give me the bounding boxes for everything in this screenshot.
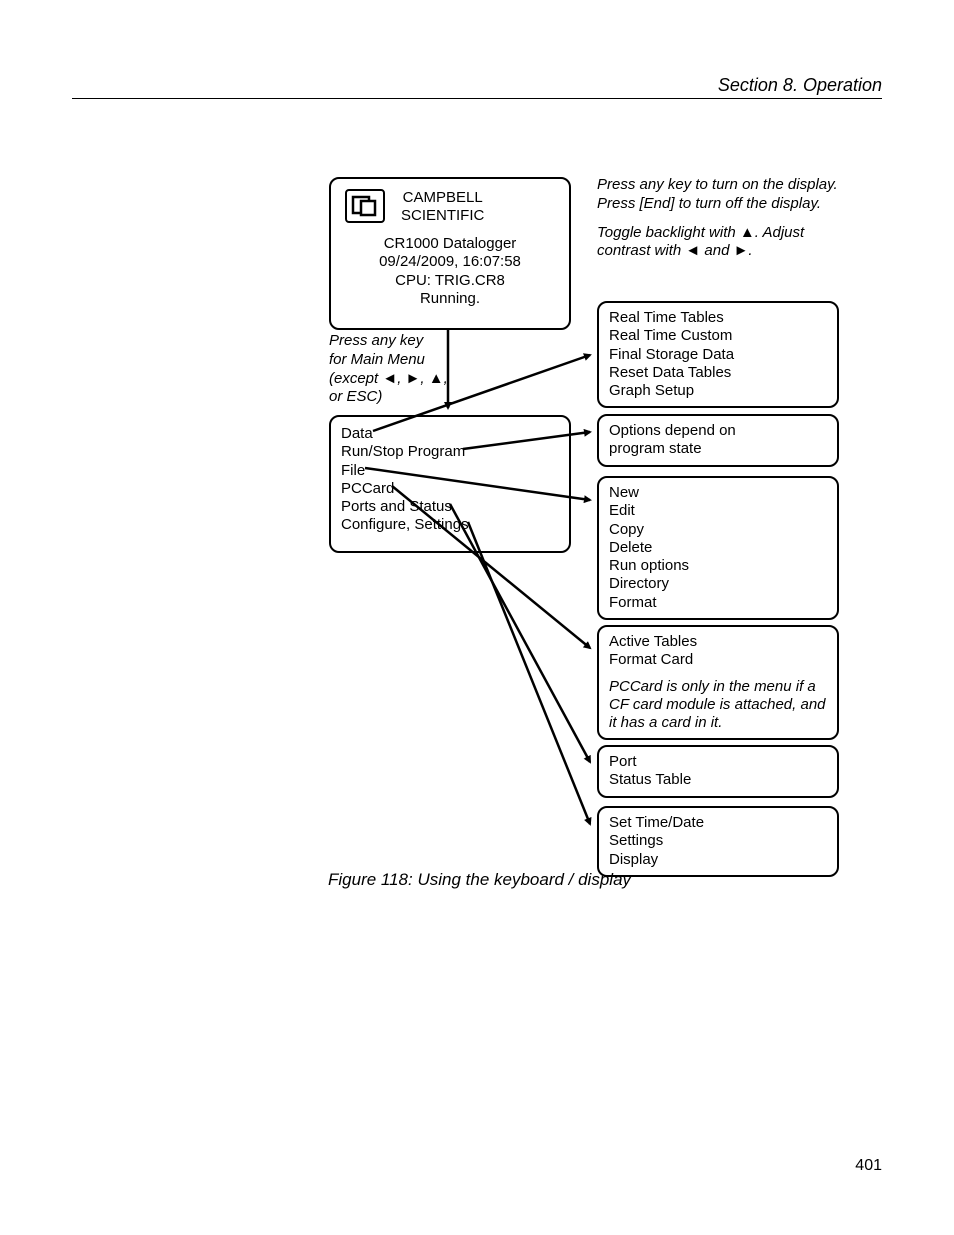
submenu-item: Format Card (609, 651, 827, 669)
submenu-item: Run options (609, 557, 827, 575)
submenu-item: Settings (609, 832, 827, 850)
submenu-item: New (609, 484, 827, 502)
instr-line: or ESC) (329, 388, 479, 407)
menu-item-file: File (341, 462, 559, 480)
menu-item-runstop: Run/Stop Program (341, 443, 559, 461)
menu-item-data: Data (341, 425, 559, 443)
startup-line: 09/24/2009, 16:07:58 (341, 253, 559, 271)
submenu-item: Active Tables (609, 633, 827, 651)
submenu-item: Final Storage Data (609, 346, 827, 364)
campbell-logo-icon (345, 189, 385, 223)
runstop-submenu-box: Options depend on program state (597, 414, 839, 467)
menu-item-ports: Ports and Status (341, 498, 559, 516)
instr-line: Press any key to turn on the display. (597, 176, 857, 195)
submenu-item: Display (609, 851, 827, 869)
submenu-item: Graph Setup (609, 382, 827, 400)
submenu-item: Real Time Custom (609, 327, 827, 345)
data-submenu-box: Real Time Tables Real Time Custom Final … (597, 301, 839, 408)
page-number: 401 (855, 1157, 882, 1175)
submenu-item: Set Time/Date (609, 814, 827, 832)
submenu-item: Options depend on (609, 422, 827, 440)
section-header: Section 8. Operation (718, 75, 882, 96)
submenu-item: Format (609, 594, 827, 612)
side-instructions: Press any key for Main Menu (except ◄, ►… (329, 332, 479, 407)
pccard-submenu-box: Active Tables Format Card PCCard is only… (597, 625, 839, 740)
startup-line: Running. (341, 290, 559, 308)
ports-submenu-box: Port Status Table (597, 745, 839, 798)
submenu-item: Reset Data Tables (609, 364, 827, 382)
menu-item-pccard: PCCard (341, 480, 559, 498)
submenu-item: program state (609, 440, 827, 458)
startup-line: CPU: TRIG.CR8 (341, 272, 559, 290)
header-rule (72, 98, 882, 99)
submenu-item: Port (609, 753, 827, 771)
submenu-item: Edit (609, 502, 827, 520)
configure-submenu-box: Set Time/Date Settings Display (597, 806, 839, 877)
file-submenu-box: New Edit Copy Delete Run options Directo… (597, 476, 839, 620)
submenu-item: Status Table (609, 771, 827, 789)
instr-line: Press any key (329, 332, 479, 351)
menu-item-configure: Configure, Settings (341, 516, 559, 534)
submenu-item: Delete (609, 539, 827, 557)
brand-line: CAMPBELL (403, 189, 483, 206)
submenu-item: Real Time Tables (609, 309, 827, 327)
top-instructions: Press any key to turn on the display. Pr… (597, 176, 857, 261)
submenu-item: Directory (609, 575, 827, 593)
instr-line: Press [End] to turn off the display. (597, 195, 857, 214)
instr-line: (except ◄, ►, ▲, (329, 370, 479, 389)
instr-line: Toggle backlight with ▲. Adjust contrast… (597, 224, 857, 262)
instr-line: for Main Menu (329, 351, 479, 370)
pccard-note: PCCard is only in the menu if a CF card … (609, 678, 827, 733)
brand-line: SCIENTIFIC (401, 207, 484, 224)
startup-screen-box: CAMPBELL SCIENTIFIC CR1000 Datalogger 09… (329, 177, 571, 330)
page: Section 8. Operation Press any key to tu… (0, 0, 954, 1235)
figure-caption: Figure 118: Using the keyboard / display (328, 870, 631, 890)
submenu-item: Copy (609, 521, 827, 539)
startup-line: CR1000 Datalogger (341, 235, 559, 253)
main-menu-box: Data Run/Stop Program File PCCard Ports … (329, 415, 571, 553)
